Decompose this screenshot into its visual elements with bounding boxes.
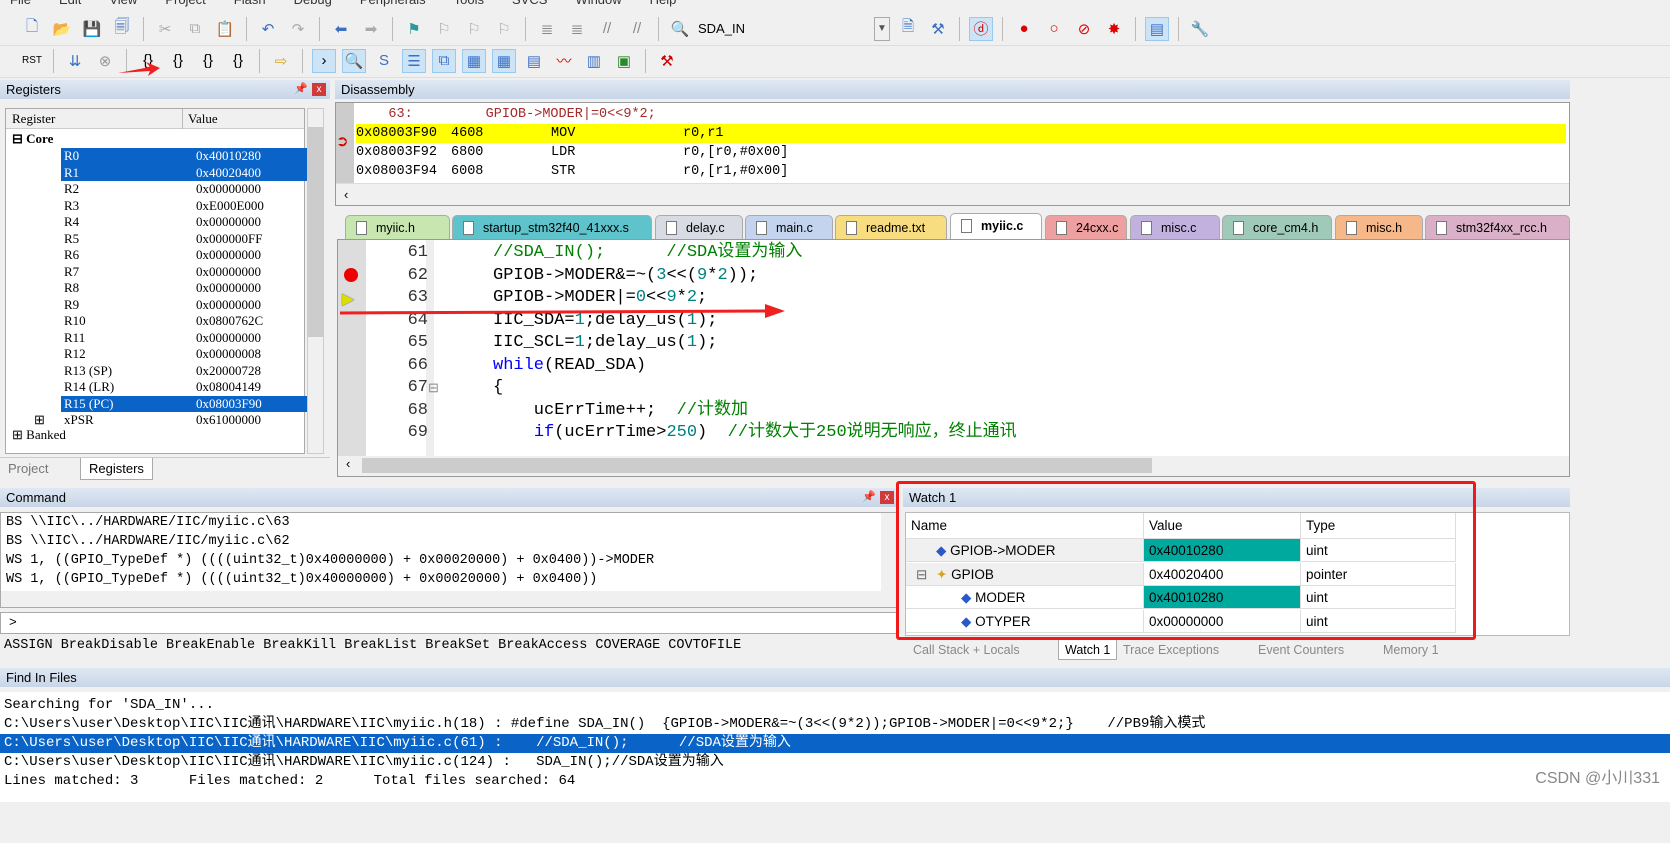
file-icon (1141, 221, 1152, 235)
file-icon (961, 219, 972, 233)
file-icon (356, 221, 367, 235)
tab-label: main.c (776, 221, 813, 235)
annotation-arrows (118, 62, 785, 318)
tab-label: core_cm4.h (1253, 221, 1319, 235)
annotation-arrow-toolbar (118, 62, 160, 76)
tab-misc-h[interactable]: misc.h (1335, 215, 1423, 239)
tab-delay-c[interactable]: delay.c (655, 215, 743, 239)
tab-stm32f4xx-rcc-h[interactable]: stm32f4xx_rcc.h (1425, 215, 1570, 239)
tab-label: myiic.h (376, 221, 415, 235)
tab-label: startup_stm32f40_41xxx.s (483, 221, 629, 235)
file-icon (1233, 221, 1244, 235)
tab-24cxx-c[interactable]: 24cxx.c (1045, 215, 1127, 239)
tab-main-c[interactable]: main.c (745, 215, 833, 239)
tab-label: myiic.c (981, 219, 1024, 233)
file-icon (666, 221, 677, 235)
tab-label: readme.txt (866, 221, 926, 235)
file-icon (756, 221, 767, 235)
fold-icon[interactable]: ⊟ (428, 380, 439, 396)
tab-label: misc.c (1161, 221, 1197, 235)
tab-label: delay.c (686, 221, 725, 235)
file-icon (1056, 221, 1067, 235)
tab-startup-stm32f40-41xxx-s[interactable]: startup_stm32f40_41xxx.s (452, 215, 652, 239)
tab-readme-txt[interactable]: readme.txt (835, 215, 947, 239)
file-icon (846, 221, 857, 235)
file-icon (1346, 221, 1357, 235)
tab-misc-c[interactable]: misc.c (1130, 215, 1220, 239)
tab-core-cm4-h[interactable]: core_cm4.h (1222, 215, 1332, 239)
annotation-arrow-editor (339, 309, 771, 315)
tab-label: misc.h (1366, 221, 1403, 235)
file-icon (463, 221, 474, 235)
tab-myiic-h[interactable]: myiic.h (345, 215, 450, 239)
tab-label: 24cxx.c (1076, 221, 1119, 235)
tab-label: stm32f4xx_rcc.h (1456, 221, 1548, 235)
tab-myiic-c[interactable]: myiic.c (950, 213, 1042, 239)
file-icon (1436, 221, 1447, 235)
